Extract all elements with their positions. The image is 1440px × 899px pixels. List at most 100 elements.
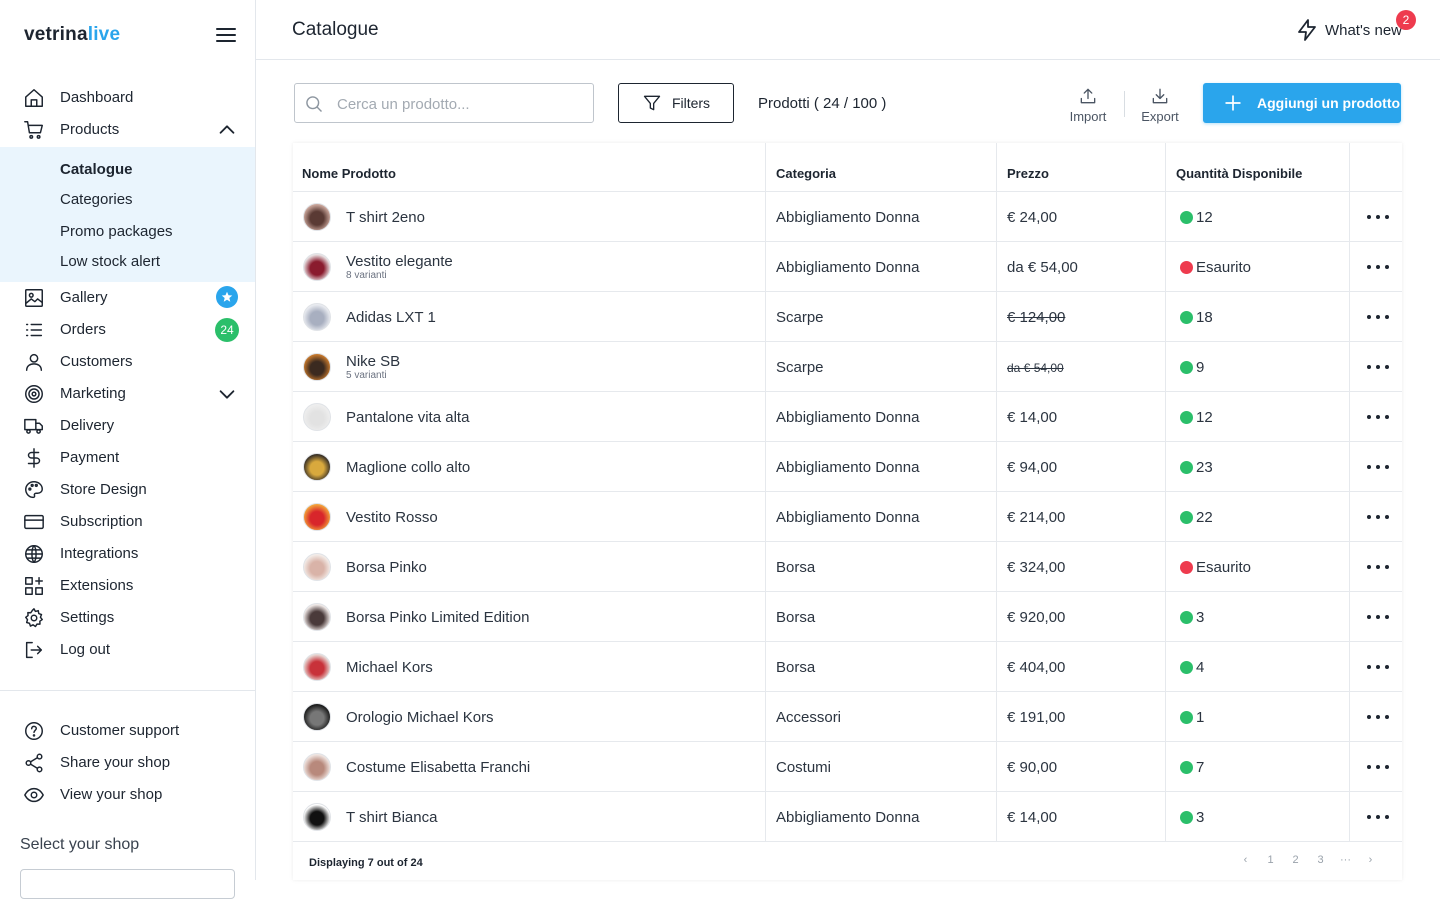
table-row[interactable]: T shirt 2eno Abbigliamento Donna € 24,00 12 [293, 191, 1402, 241]
stock-status-dot [1180, 261, 1193, 274]
product-name[interactable]: Maglione collo alto [346, 459, 470, 476]
page-title: Catalogue [292, 19, 379, 40]
product-name[interactable]: T shirt Bianca [346, 809, 437, 826]
sidebar-item-label: Gallery [60, 289, 108, 306]
page-link[interactable]: 1 [1258, 854, 1283, 866]
sidebar-subitem-low-stock-alert[interactable]: Low stock alert [60, 253, 160, 270]
more-options-icon[interactable] [1367, 658, 1389, 676]
product-category: Borsa [776, 659, 816, 676]
sidebar-item-extensions[interactable]: Extensions [0, 571, 256, 601]
more-options-icon[interactable] [1367, 558, 1389, 576]
sidebar-item-store-design[interactable]: Store Design [0, 475, 256, 505]
sidebar-item-settings[interactable]: Settings [0, 603, 256, 633]
sidebar-subitem-promo-packages[interactable]: Promo packages [60, 223, 173, 240]
sidebar-item-customers[interactable]: Customers [0, 347, 256, 377]
more-options-icon[interactable] [1367, 308, 1389, 326]
more-options-icon[interactable] [1367, 808, 1389, 826]
hamburger-menu-icon[interactable] [216, 26, 238, 44]
prev-page-icon[interactable]: ‹ [1233, 854, 1258, 866]
more-options-icon[interactable] [1367, 258, 1389, 276]
product-quantity: Esaurito [1196, 559, 1252, 576]
search-input[interactable] [337, 92, 577, 116]
sidebar-item-delivery[interactable]: Delivery [0, 411, 256, 441]
stock-status-dot [1180, 611, 1193, 624]
next-page-icon[interactable]: › [1358, 854, 1383, 866]
product-thumbnail [303, 553, 331, 581]
product-name[interactable]: Vestito Rosso [346, 509, 438, 526]
product-name[interactable]: Pantalone vita alta [346, 409, 469, 426]
table-row[interactable]: Maglione collo alto Abbigliamento Donna € … [293, 441, 1402, 491]
column-header-name[interactable]: Nome Prodotto [302, 166, 396, 181]
page-link[interactable]: 3 [1308, 854, 1333, 866]
sidebar-item-label: Marketing [60, 385, 126, 402]
product-category: Borsa [776, 559, 816, 576]
toolbar-divider [1124, 91, 1125, 117]
select-shop-dropdown[interactable] [20, 869, 235, 899]
search-box[interactable] [294, 83, 594, 123]
import-label: Import [1069, 109, 1107, 124]
column-header-quantity[interactable]: Quantità Disponibile [1176, 166, 1302, 181]
table-row[interactable]: Vestito elegante 8 varianti Abbigliamento … [293, 241, 1402, 291]
more-options-icon[interactable] [1367, 508, 1389, 526]
whats-new-button[interactable]: What's new 2 [1295, 10, 1416, 42]
add-product-button[interactable]: Aggiungi un prodotto [1203, 83, 1401, 123]
table-row[interactable]: Pantalone vita alta Abbigliamento Donna € … [293, 391, 1402, 441]
page-ellipsis[interactable]: ··· [1333, 854, 1358, 866]
table-row[interactable]: Borsa Pinko Limited Edition Borsa € 920,00… [293, 591, 1402, 641]
sidebar-item-products[interactable]: Products [0, 115, 256, 145]
table-row[interactable]: Orologio Michael Kors Accessori € 191,00 1 [293, 691, 1402, 741]
table-row[interactable]: Vestito Rosso Abbigliamento Donna € 214,00… [293, 491, 1402, 541]
column-header-category[interactable]: Categoria [776, 166, 836, 181]
product-name[interactable]: Vestito elegante [346, 253, 453, 270]
sidebar-item-marketing[interactable]: Marketing [0, 379, 256, 409]
sidebar-item-logout[interactable]: Log out [0, 635, 256, 665]
table-row[interactable]: Costume Elisabetta Franchi Costumi € 90,00… [293, 741, 1402, 791]
table-row[interactable]: T shirt Bianca Abbigliamento Donna € 14,00… [293, 791, 1402, 841]
sidebar-item-payment[interactable]: Payment [0, 443, 256, 473]
more-options-icon[interactable] [1367, 408, 1389, 426]
sidebar-subitem-categories[interactable]: Categories [60, 191, 133, 208]
more-options-icon[interactable] [1367, 608, 1389, 626]
product-name[interactable]: Costume Elisabetta Franchi [346, 759, 530, 776]
more-options-icon[interactable] [1367, 358, 1389, 376]
product-name[interactable]: Borsa Pinko Limited Edition [346, 609, 529, 626]
table-row[interactable]: Nike SB 5 varianti Scarpe da € 54,00 9 [293, 341, 1402, 391]
chevron-up-icon[interactable] [216, 119, 238, 141]
page-link[interactable]: 2 [1283, 854, 1308, 866]
more-options-icon[interactable] [1367, 758, 1389, 776]
sidebar-item-view-shop[interactable]: View your shop [0, 780, 256, 810]
brand-logo[interactable]: vetrinalive [24, 24, 120, 46]
sidebar-item-label: Customer support [60, 722, 180, 739]
sidebar-item-dashboard[interactable]: Dashboard [0, 83, 256, 113]
sidebar-item-integrations[interactable]: Integrations [0, 539, 256, 569]
product-quantity: 4 [1196, 659, 1205, 676]
brand-logo-part2: live [87, 24, 121, 45]
sidebar-item-share-shop[interactable]: Share your shop [0, 748, 256, 778]
export-button[interactable]: Export [1130, 86, 1190, 126]
product-name[interactable]: Nike SB [346, 353, 400, 370]
table-row[interactable]: Michael Kors Borsa € 404,00 4 [293, 641, 1402, 691]
import-button[interactable]: Import [1058, 86, 1118, 126]
chevron-down-icon[interactable] [216, 383, 238, 405]
sidebar-divider [0, 690, 255, 691]
filters-button[interactable]: Filters [618, 83, 734, 123]
product-name[interactable]: Orologio Michael Kors [346, 709, 494, 726]
sidebar-item-label: Products [60, 121, 120, 138]
sidebar-item-gallery[interactable]: Gallery [0, 283, 256, 313]
column-header-price[interactable]: Prezzo [1007, 166, 1049, 181]
more-options-icon[interactable] [1367, 708, 1389, 726]
sidebar-item-subscription[interactable]: Subscription [0, 507, 256, 537]
table-row[interactable]: Adidas LXT 1 Scarpe € 124,00 18 [293, 291, 1402, 341]
sidebar-item-orders[interactable]: Orders 24 [0, 315, 256, 345]
more-options-icon[interactable] [1367, 458, 1389, 476]
truck-icon [23, 415, 45, 437]
product-name[interactable]: Michael Kors [346, 659, 433, 676]
sidebar-subitem-catalogue[interactable]: Catalogue [60, 161, 133, 178]
product-name[interactable]: T shirt 2eno [346, 209, 425, 226]
product-category: Accessori [776, 709, 842, 726]
sidebar-item-customer-support[interactable]: Customer support [0, 716, 256, 746]
product-name[interactable]: Adidas LXT 1 [346, 309, 436, 326]
more-options-icon[interactable] [1367, 208, 1389, 226]
product-name[interactable]: Borsa Pinko [346, 559, 427, 576]
table-row[interactable]: Borsa Pinko Borsa € 324,00 Esaurito [293, 541, 1402, 591]
